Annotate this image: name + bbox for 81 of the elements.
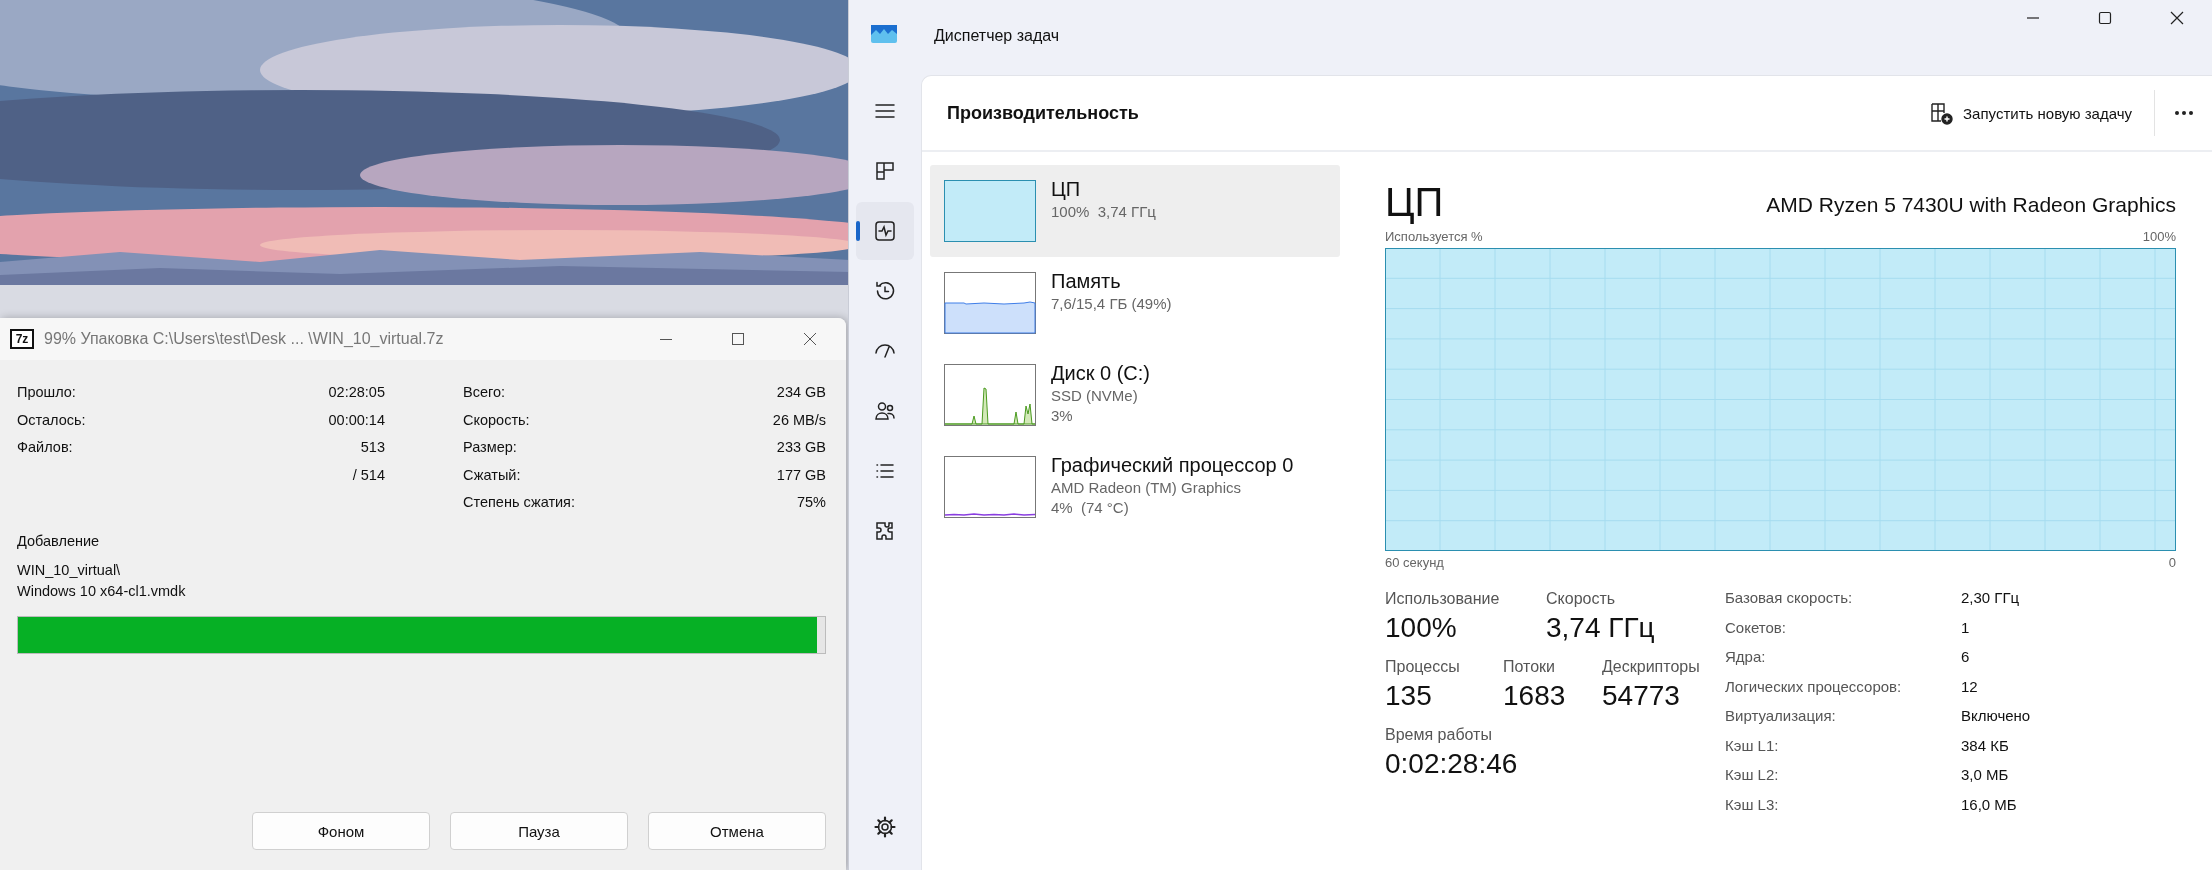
device-title: ЦП xyxy=(1385,179,1444,225)
page-title: Производительность xyxy=(947,102,1139,124)
stat-label: Время работы xyxy=(1385,725,1493,745)
minimize-icon xyxy=(2027,17,2039,19)
spec-value: 384 КБ xyxy=(1961,736,2010,754)
users-icon xyxy=(873,399,897,423)
spec-label: Кэш L3: xyxy=(1725,795,1780,813)
stat-value: 3,74 ГГц xyxy=(1546,611,1656,645)
stat-value: 00:00:14 xyxy=(328,410,385,430)
stat-value: 177 GB xyxy=(776,465,826,485)
file-path: WIN_10_virtual\ xyxy=(17,560,122,580)
stat-label: Сжатый: xyxy=(463,465,521,485)
pulse-icon xyxy=(873,219,897,243)
stat-label: Размер: xyxy=(463,438,517,457)
nav-item[interactable] xyxy=(856,202,914,260)
spec-label: Кэш L1: xyxy=(1725,736,1780,754)
spec-value: 3,0 МБ xyxy=(1961,766,2010,784)
stat-label: Файлов: xyxy=(17,438,73,457)
minimize-icon xyxy=(660,338,672,340)
processor-model: AMD Ryzen 5 7430U with Radeon Graphics xyxy=(1766,193,2176,217)
axis-label: 100% xyxy=(2142,228,2176,246)
stat-label: Всего: xyxy=(463,383,506,402)
maximize-icon xyxy=(2097,10,2113,26)
stat-value: 100% xyxy=(1385,611,1458,645)
close-icon xyxy=(803,332,817,346)
dialog-button[interactable]: Фоном xyxy=(252,812,430,850)
dialog-button[interactable]: Пауза xyxy=(450,812,628,850)
maximize-icon xyxy=(731,332,745,346)
more-icon xyxy=(2174,110,2194,116)
device-item[interactable]: Память 7,6/15,4 ГБ (49%) xyxy=(930,257,1340,349)
dialog-button[interactable]: Отмена xyxy=(648,812,826,850)
stat-label: Скорость xyxy=(1546,589,1617,609)
app-logo: 7z xyxy=(10,329,34,349)
stat-value: 1683 xyxy=(1503,679,1567,713)
stat-label: Степень сжатия: xyxy=(463,493,575,512)
spec-value: 12 xyxy=(1961,677,1979,695)
stat-label: Дескрипторы xyxy=(1602,657,1701,677)
spec-value: 6 xyxy=(1961,648,1971,666)
spec-label: Ядра: xyxy=(1725,648,1767,666)
stat-value: 234 GB xyxy=(776,383,826,402)
stat-value: 02:28:05 xyxy=(328,383,385,402)
spec-label: Логических процессоров: xyxy=(1725,677,1903,695)
axis-label: Используется % xyxy=(1385,228,1483,246)
window-title: 99% Упаковка C:\Users\test\Desk ... \WIN_10_virtual.7z xyxy=(44,330,445,348)
run-task-button[interactable]: Запустить новую задачу xyxy=(1919,93,2142,133)
stat-value: 75% xyxy=(796,493,826,512)
app-icon xyxy=(871,24,897,43)
stat-label: Прошло: xyxy=(17,383,76,402)
spec-value: 16,0 МБ xyxy=(1961,795,2018,813)
device-item[interactable]: Диск 0 (C:) SSD (NVMe) 3% xyxy=(930,349,1340,441)
stat-value: / 514 xyxy=(352,465,385,485)
stat-label: Использование xyxy=(1385,589,1501,609)
stat-value: 233 GB xyxy=(776,438,826,457)
stat-label: Скорость: xyxy=(463,410,530,430)
stat-value: 513 xyxy=(360,438,385,457)
stat-label: Осталось: xyxy=(17,410,86,430)
spec-label: Кэш L2: xyxy=(1725,766,1780,784)
settings-icon xyxy=(873,815,897,839)
file-path: Windows 10 x64-cl1.vmdk xyxy=(17,581,187,601)
stat-value: 135 xyxy=(1385,679,1433,713)
stat-label: Процессы xyxy=(1385,657,1461,677)
window-title: Диспетчер задач xyxy=(934,26,1060,45)
spec-value: 2,30 ГГц xyxy=(1961,589,2021,607)
spec-value: 1 xyxy=(1961,618,1971,636)
stat-value: 0:02:28:46 xyxy=(1385,747,1519,781)
operation-label: Добавление xyxy=(17,531,101,551)
device-item[interactable]: ЦП 100% 3,74 ГГц xyxy=(930,165,1340,257)
close-icon xyxy=(2169,10,2185,26)
spec-label: Базовая скорость: xyxy=(1725,589,1854,607)
stat-value: 26 MB/s xyxy=(772,410,826,430)
axis-label: 60 секунд xyxy=(1385,554,1444,572)
device-item[interactable]: Графический процессор 0 AMD Radeon (TM) Graphics 4% (74 °C) xyxy=(930,441,1340,533)
history-icon xyxy=(873,279,897,303)
stat-value: 54773 xyxy=(1602,679,1681,713)
spec-value: Включено xyxy=(1961,707,2031,725)
axis-label: 0 xyxy=(2168,554,2176,572)
stat-label: Потоки xyxy=(1503,657,1557,677)
spec-label: Сокетов: xyxy=(1725,618,1787,636)
spec-label: Виртуализация: xyxy=(1725,707,1837,725)
grid-icon xyxy=(873,159,897,183)
new-task-icon xyxy=(1929,101,1954,125)
